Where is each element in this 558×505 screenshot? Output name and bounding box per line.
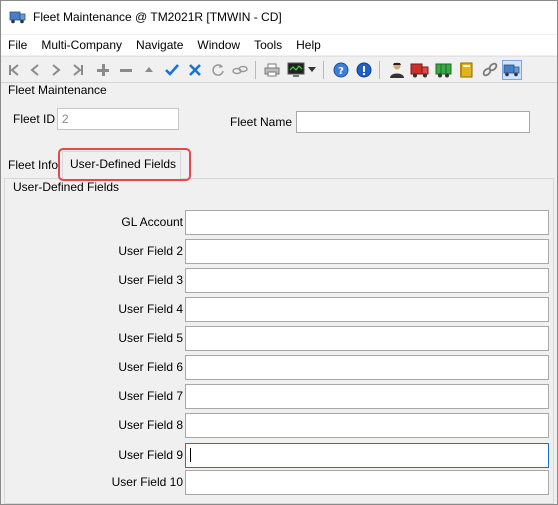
dropdown-arrow-icon[interactable] — [306, 60, 318, 80]
toolbar-separator — [379, 61, 380, 79]
fleet-id-field[interactable] — [57, 108, 179, 130]
menu-window[interactable]: Window — [190, 35, 247, 55]
user-field-7-field[interactable] — [185, 384, 549, 409]
gl-account-label: GL Account — [121, 215, 183, 229]
delete-icon[interactable] — [116, 60, 136, 80]
user-field-9-label: User Field 9 — [118, 448, 183, 462]
menu-help[interactable]: Help — [289, 35, 328, 55]
svg-text:?: ? — [338, 66, 344, 77]
user-field-9-field[interactable] — [185, 443, 549, 468]
book-icon[interactable] — [457, 60, 477, 80]
group-title: Fleet Maintenance — [8, 83, 107, 97]
gl-account-field[interactable] — [185, 210, 549, 235]
title-bar: Fleet Maintenance @ TM2021R [TMWIN - CD] — [1, 1, 557, 34]
user-field-10-label: User Field 10 — [111, 475, 183, 489]
print-icon[interactable] — [262, 60, 282, 80]
user-field-6-label: User Field 6 — [118, 360, 183, 374]
toolbar-separator — [255, 61, 256, 79]
user-field-2-label: User Field 2 — [118, 244, 183, 258]
tab-user-defined-fields-label: User-Defined Fields — [70, 157, 177, 171]
user-field-2-field[interactable] — [185, 239, 549, 264]
udf-group-title: User-Defined Fields — [13, 180, 120, 194]
menu-bar: File Multi-Company Navigate Window Tools… — [1, 35, 557, 55]
user-field-8-label: User Field 8 — [118, 418, 183, 432]
previous-icon[interactable] — [25, 60, 45, 80]
tab-fleet-info[interactable]: Fleet Info — [8, 158, 58, 172]
user-field-6-field[interactable] — [185, 355, 549, 380]
last-icon[interactable] — [68, 60, 88, 80]
fleet-name-field[interactable] — [296, 111, 530, 133]
driver-icon[interactable] — [387, 60, 407, 80]
tab-user-defined-fields[interactable]: User-Defined Fields — [62, 151, 181, 179]
menu-tools[interactable]: Tools — [247, 35, 289, 55]
user-field-3-label: User Field 3 — [118, 273, 183, 287]
fleet-truck-icon[interactable] — [502, 60, 522, 80]
tab-strip: Fleet Info User-Defined Fields — [1, 151, 557, 179]
truck-icon[interactable] — [410, 60, 430, 80]
fleet-name-label: Fleet Name — [230, 115, 293, 129]
text-caret — [190, 448, 191, 462]
truck-app-icon — [9, 9, 27, 28]
user-field-7-label: User Field 7 — [118, 389, 183, 403]
user-field-5-label: User Field 5 — [118, 331, 183, 345]
info-icon[interactable] — [354, 60, 374, 80]
menu-navigate[interactable]: Navigate — [129, 35, 190, 55]
user-field-8-field[interactable] — [185, 413, 549, 438]
monitor-icon[interactable] — [286, 60, 306, 80]
window-title: Fleet Maintenance @ TM2021R [TMWIN - CD] — [33, 10, 282, 24]
toolbar: ? — [1, 56, 557, 83]
next-icon[interactable] — [46, 60, 66, 80]
help-icon[interactable]: ? — [331, 60, 351, 80]
menu-file[interactable]: File — [1, 35, 34, 55]
up-icon[interactable] — [139, 60, 159, 80]
fleet-id-label: Fleet ID — [13, 112, 56, 126]
user-field-4-label: User Field 4 — [118, 302, 183, 316]
toolbar-separator — [323, 61, 324, 79]
udf-panel: User-Defined Fields GL Account User Fiel… — [4, 178, 554, 504]
fleet-maintenance-group: Fleet Maintenance Fleet ID Fleet Name — [1, 83, 557, 144]
app-window: Fleet Maintenance @ TM2021R [TMWIN - CD]… — [0, 0, 558, 505]
user-field-3-field[interactable] — [185, 268, 549, 293]
user-field-10-field[interactable] — [185, 470, 549, 495]
user-field-4-field[interactable] — [185, 297, 549, 322]
user-field-5-field[interactable] — [185, 326, 549, 351]
refresh-icon[interactable] — [208, 60, 228, 80]
save-check-icon[interactable] — [162, 60, 182, 80]
cancel-x-icon[interactable] — [185, 60, 205, 80]
link-icon[interactable] — [230, 60, 250, 80]
trailer-icon[interactable] — [434, 60, 454, 80]
first-icon[interactable] — [4, 60, 24, 80]
menu-multi-company[interactable]: Multi-Company — [34, 35, 129, 55]
add-icon[interactable] — [93, 60, 113, 80]
chain-icon[interactable] — [480, 60, 500, 80]
